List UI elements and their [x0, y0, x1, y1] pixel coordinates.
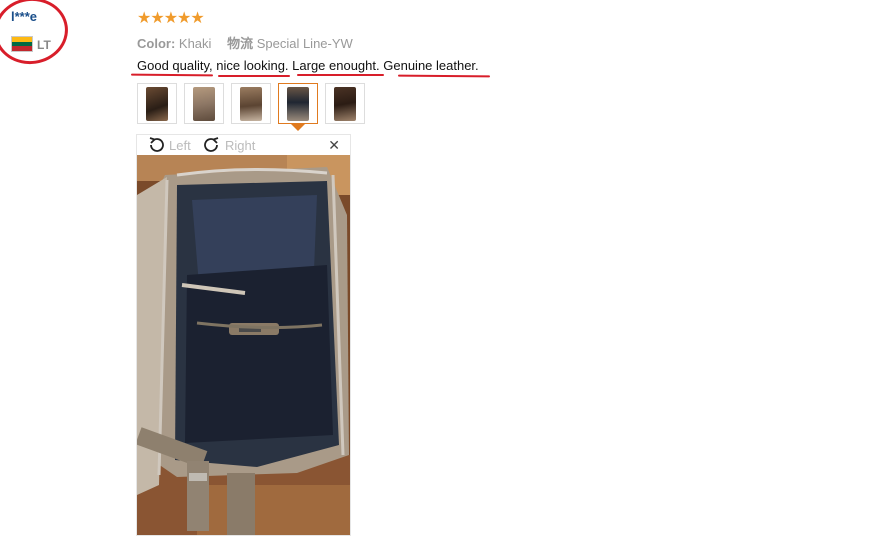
photo-thumbnail-image [334, 86, 356, 121]
shipping-label: 物流 [227, 36, 254, 51]
review-text: Good quality, nice looking. Large enough… [137, 58, 479, 73]
photo-thumbnail-image [146, 86, 168, 121]
review-phrase-4: Genuine leather [383, 58, 476, 73]
photo-thumbnail-2[interactable] [184, 83, 224, 124]
annotation-underline [397, 74, 491, 78]
photo-thumbnail-1[interactable] [137, 83, 177, 124]
review-phrase-1: Good quality [137, 58, 210, 73]
review-sep: . [475, 58, 479, 73]
review-phrase-3: Large enought [292, 58, 377, 73]
image-viewer: Left Right ✕ [136, 134, 351, 536]
rotate-left-icon[interactable] [147, 136, 165, 154]
photo-thumbnail-image [193, 86, 215, 121]
photo-thumbnail-4[interactable] [278, 83, 318, 124]
reviewer-country: LT [37, 38, 51, 52]
review-phrase-2: nice looking [216, 58, 285, 73]
star-rating: ★★★★★ [137, 10, 205, 27]
color-value: Khaki [178, 36, 212, 51]
rotate-left-button[interactable]: Left [169, 138, 191, 153]
active-thumbnail-arrow [291, 124, 305, 131]
photo-thumbnail-3[interactable] [231, 83, 271, 124]
rotate-right-button[interactable]: Right [225, 138, 255, 153]
photo-thumbnail-image [240, 86, 262, 121]
rotate-right-icon[interactable] [203, 136, 221, 154]
photo-thumbnail-5[interactable] [325, 83, 365, 124]
order-info: Color: Khaki 物流 Special Line-YW [137, 33, 353, 52]
color-label: Color: [137, 36, 176, 51]
reviewer-name[interactable]: l***e [11, 9, 37, 24]
photo-thumbnail-image [287, 86, 309, 121]
review-photo [137, 155, 350, 535]
annotation-underline [218, 75, 290, 77]
lithuania-flag-icon [11, 36, 33, 52]
annotation-underline [297, 74, 384, 76]
shipping-value: Special Line-YW [256, 36, 353, 51]
viewer-toolbar: Left Right ✕ [137, 135, 350, 155]
close-icon[interactable]: ✕ [328, 137, 340, 154]
annotation-underline [130, 73, 214, 77]
